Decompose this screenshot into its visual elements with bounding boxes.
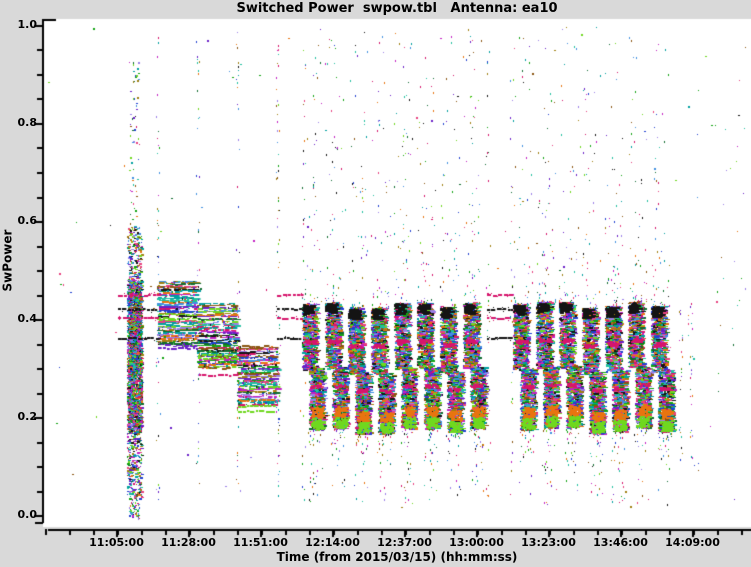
y-tick-label: 0.2 (17, 410, 38, 423)
y-tick-label: 0.4 (17, 312, 38, 325)
plot-canvas (0, 0, 751, 567)
y-tick-label: 1.0 (17, 18, 38, 31)
x-tick-label: 12:37:00 (377, 536, 432, 549)
x-tick-label: 13:00:00 (449, 536, 504, 549)
y-axis-title: SwPower (0, 229, 15, 292)
y-tick-label: 0.8 (17, 116, 38, 129)
x-tick-label: 12:14:00 (305, 536, 360, 549)
x-tick-label: 11:28:00 (161, 536, 216, 549)
x-tick-label: 13:46:00 (593, 536, 648, 549)
plot-title: Switched Power swpow.tbl Antenna: ea10 (236, 1, 558, 16)
y-tick-label: 0.0 (17, 508, 38, 521)
x-tick-label: 14:09:00 (665, 536, 720, 549)
x-tick-label: 13:23:00 (521, 536, 576, 549)
y-tick-label: 0.6 (17, 214, 38, 227)
app-window: Switched Power swpow.tbl Antenna: ea10 S… (0, 0, 751, 567)
x-tick-label: 11:05:00 (89, 536, 144, 549)
x-tick-label: 11:51:00 (233, 536, 288, 549)
x-axis-title: Time (from 2015/03/15) (hh:mm:ss) (276, 550, 518, 564)
